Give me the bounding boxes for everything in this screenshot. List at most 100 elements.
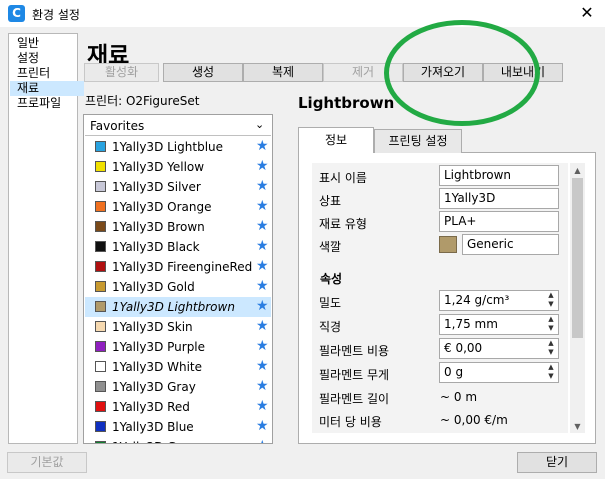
- create-button[interactable]: 생성: [163, 63, 243, 82]
- list-item[interactable]: 1Yally3D Brown ★: [85, 217, 271, 237]
- color-label: 색깔: [319, 240, 342, 254]
- filament-cost-input[interactable]: € 0,00: [439, 338, 559, 359]
- favorite-star-icon[interactable]: ★: [256, 398, 269, 414]
- favorite-star-icon[interactable]: ★: [256, 438, 269, 443]
- sidebar-item-printers[interactable]: 프린터: [17, 66, 77, 81]
- favorite-star-icon[interactable]: ★: [256, 238, 269, 254]
- sidebar-item-materials[interactable]: 재료: [10, 81, 84, 96]
- color-input[interactable]: Generic: [462, 234, 559, 255]
- close-button[interactable]: 닫기: [517, 452, 597, 473]
- material-color-swatch: [95, 161, 106, 172]
- sidebar-nav: 일반 설정 프린터 재료 프로파일: [8, 33, 84, 444]
- diameter-input[interactable]: 1,75 mm: [439, 314, 559, 335]
- display-name-input[interactable]: Lightbrown: [439, 165, 559, 186]
- list-item[interactable]: 1Yally3D Yellow ★: [85, 157, 271, 177]
- filament-weight-stepper[interactable]: ▲ ▼: [545, 363, 557, 382]
- cost-per-meter-label: 미터 당 비용: [319, 415, 382, 429]
- material-name: 1Yally3D Green: [112, 440, 203, 443]
- sidebar-item-settings[interactable]: 설정: [17, 51, 77, 66]
- filament-cost-label: 필라멘트 비용: [319, 344, 390, 358]
- material-color-swatch: [95, 241, 106, 252]
- list-item[interactable]: 1Yally3D Red ★: [85, 397, 271, 417]
- material-type-input[interactable]: PLA+: [439, 211, 559, 232]
- material-color-swatch: [95, 361, 106, 372]
- material-name: 1Yally3D Skin: [112, 320, 193, 334]
- material-name: 1Yally3D Yellow: [112, 160, 205, 174]
- density-stepper[interactable]: ▲ ▼: [545, 291, 557, 310]
- material-name: 1Yally3D Blue: [112, 420, 194, 434]
- material-list[interactable]: Favorites ⌄ 1Yally3D Lightblue ★ 1Yally3D …: [83, 114, 273, 444]
- favorite-star-icon[interactable]: ★: [256, 198, 269, 214]
- list-item[interactable]: 1Yally3D Orange ★: [85, 197, 271, 217]
- favorite-star-icon[interactable]: ★: [256, 258, 269, 274]
- remove-button[interactable]: 제거: [323, 63, 403, 82]
- duplicate-button[interactable]: 복제: [243, 63, 323, 82]
- material-name: 1Yally3D Lightblue: [112, 140, 224, 154]
- default-button[interactable]: 기본값: [7, 452, 87, 473]
- material-color-swatch: [95, 341, 106, 352]
- list-item[interactable]: 1Yally3D Purple ★: [85, 337, 271, 357]
- chevron-down-icon: ⌄: [255, 118, 265, 131]
- favorites-dropdown[interactable]: Favorites ⌄: [85, 116, 271, 136]
- favorite-star-icon[interactable]: ★: [256, 318, 269, 334]
- activate-button[interactable]: 활성화: [84, 63, 159, 82]
- list-item[interactable]: 1Yally3D FireengineRed ★: [85, 257, 271, 277]
- list-item[interactable]: 1Yally3D Skin ★: [85, 317, 271, 337]
- scrollbar-thumb[interactable]: [572, 178, 583, 338]
- sidebar-item-profiles[interactable]: 프로파일: [17, 96, 77, 111]
- material-name: 1Yally3D Purple: [112, 340, 206, 354]
- material-name: 1Yally3D FireengineRed: [112, 260, 253, 274]
- filament-weight-label: 필라멘트 무게: [319, 368, 390, 382]
- material-color-swatch: [95, 321, 106, 332]
- properties-section-title: 속성: [320, 272, 343, 286]
- tab-info[interactable]: 정보: [298, 127, 374, 153]
- cost-per-meter-value: ~ 0,00 €/m: [440, 413, 508, 427]
- export-button[interactable]: 내보내기: [483, 63, 563, 82]
- import-button[interactable]: 가져오기: [403, 63, 483, 82]
- list-item[interactable]: 1Yally3D Blue ★: [85, 417, 271, 437]
- list-item[interactable]: 1Yally3D Lightbrown ★: [85, 297, 271, 317]
- material-color-swatch: [95, 181, 106, 192]
- favorite-star-icon[interactable]: ★: [256, 218, 269, 234]
- favorite-star-icon[interactable]: ★: [256, 378, 269, 394]
- list-item[interactable]: 1Yally3D Lightblue ★: [85, 137, 271, 157]
- material-name: 1Yally3D Red: [112, 400, 190, 414]
- list-item[interactable]: 1Yally3D Black ★: [85, 237, 271, 257]
- material-name: 1Yally3D White: [112, 360, 203, 374]
- favorite-star-icon[interactable]: ★: [256, 178, 269, 194]
- list-item[interactable]: 1Yally3D Gold ★: [85, 277, 271, 297]
- list-item[interactable]: 1Yally3D Silver ★: [85, 177, 271, 197]
- diameter-stepper[interactable]: ▲ ▼: [545, 315, 557, 334]
- material-name: 1Yally3D Brown: [112, 220, 205, 234]
- favorite-star-icon[interactable]: ★: [256, 298, 269, 314]
- close-window-button[interactable]: ✕: [574, 2, 600, 24]
- material-color-swatch: [95, 421, 106, 432]
- brand-input[interactable]: 1Yally3D: [439, 188, 559, 209]
- filament-weight-input[interactable]: 0 g: [439, 362, 559, 383]
- favorite-star-icon[interactable]: ★: [256, 418, 269, 434]
- filament-length-label: 필라멘트 길이: [319, 392, 390, 406]
- scroll-up-icon[interactable]: ▲: [570, 166, 585, 175]
- material-type-label: 재료 유형: [319, 217, 367, 231]
- tab-print-settings[interactable]: 프린팅 설정: [374, 129, 462, 153]
- favorite-star-icon[interactable]: ★: [256, 358, 269, 374]
- diameter-label: 직경: [319, 320, 342, 334]
- favorite-star-icon[interactable]: ★: [256, 338, 269, 354]
- color-swatch[interactable]: [439, 236, 457, 253]
- sidebar-item-general[interactable]: 일반: [17, 36, 77, 51]
- filament-length-value: ~ 0 m: [440, 390, 478, 404]
- material-name: 1Yally3D Orange: [112, 200, 212, 214]
- list-item[interactable]: 1Yally3D White ★: [85, 357, 271, 377]
- filament-cost-stepper[interactable]: ▲ ▼: [545, 339, 557, 358]
- material-color-swatch: [95, 261, 106, 272]
- favorite-star-icon[interactable]: ★: [256, 138, 269, 154]
- list-item[interactable]: 1Yally3D Gray ★: [85, 377, 271, 397]
- material-color-swatch: [95, 381, 106, 392]
- brand-label: 상표: [319, 194, 342, 208]
- window-title: 환경 설정: [32, 8, 80, 22]
- density-input[interactable]: 1,24 g/cm³: [439, 290, 559, 311]
- list-item[interactable]: 1Yally3D Green ★: [85, 437, 271, 443]
- scroll-down-icon[interactable]: ▼: [570, 422, 585, 431]
- favorite-star-icon[interactable]: ★: [256, 158, 269, 174]
- favorite-star-icon[interactable]: ★: [256, 278, 269, 294]
